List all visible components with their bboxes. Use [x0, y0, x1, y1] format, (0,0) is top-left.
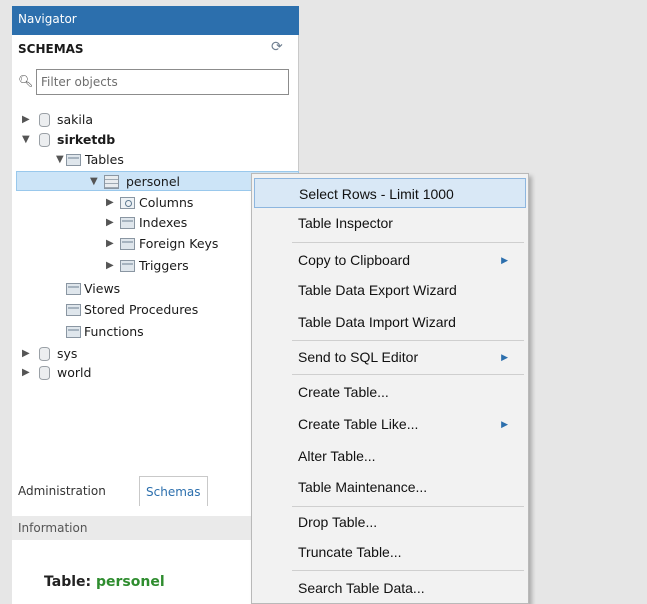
collapse-arrow-icon[interactable]: ▼: [56, 150, 64, 170]
menu-item-table-inspector[interactable]: Table Inspector: [254, 208, 526, 238]
expand-arrow-icon[interactable]: ▶: [106, 193, 114, 213]
menu-item-create-table[interactable]: Create Table...: [254, 377, 526, 407]
menu-separator: [292, 570, 524, 571]
menu-item-export-wizard[interactable]: Table Data Export Wizard: [254, 275, 526, 305]
expand-arrow-icon[interactable]: ▶: [106, 213, 114, 233]
tree-label: Stored Procedures: [84, 302, 199, 317]
expand-arrow-icon[interactable]: ▶: [106, 234, 114, 254]
tree-label: sys: [57, 346, 78, 361]
search-icon: 🔍︎: [18, 74, 34, 88]
expand-arrow-icon[interactable]: ▶: [22, 110, 30, 130]
schemas-label: SCHEMAS: [18, 42, 84, 56]
database-icon: [39, 366, 50, 380]
info-table-label: Table:: [44, 574, 92, 590]
info-table-name: personel: [95, 574, 165, 590]
menu-item-alter-table[interactable]: Alter Table...: [254, 441, 526, 471]
tree-label: sirketdb: [57, 132, 116, 147]
menu-item-create-table-like[interactable]: Create Table Like... ▶: [254, 409, 526, 439]
folder-icon: [120, 217, 135, 229]
context-menu: Select Rows - Limit 1000 Table Inspector…: [251, 173, 529, 604]
menu-item-truncate-table[interactable]: Truncate Table...: [254, 537, 526, 567]
collapse-arrow-icon[interactable]: ▼: [22, 130, 30, 150]
tree-item-sakila[interactable]: ▶ sakila: [12, 110, 299, 130]
folder-icon: [66, 326, 81, 338]
tree-label: Triggers: [139, 258, 189, 273]
menu-item-drop-table[interactable]: Drop Table...: [254, 507, 526, 537]
tree-label: personel: [126, 174, 181, 189]
expand-arrow-icon[interactable]: ▶: [106, 256, 114, 276]
database-icon: [39, 347, 50, 361]
menu-separator: [292, 340, 524, 341]
menu-item-label: Create Table Like...: [298, 416, 419, 432]
submenu-arrow-icon: ▶: [501, 255, 508, 265]
menu-item-label: Send to SQL Editor: [298, 349, 419, 365]
expand-arrow-icon[interactable]: ▶: [22, 363, 30, 383]
menu-item-copy-to-clipboard[interactable]: Copy to Clipboard ▶: [254, 245, 526, 275]
menu-item-label: Copy to Clipboard: [298, 252, 411, 268]
table-icon: [104, 175, 119, 189]
tree-label: Functions: [84, 324, 144, 339]
tree-label: world: [57, 365, 92, 380]
info-table-line: Table: personel: [44, 574, 165, 590]
tree-label: Views: [84, 281, 121, 296]
tree-label: Indexes: [139, 215, 188, 230]
menu-item-search-table-data[interactable]: Search Table Data...: [254, 573, 526, 603]
expand-arrow-icon[interactable]: ▶: [22, 344, 30, 364]
refresh-icon[interactable]: ⟳: [271, 39, 283, 55]
submenu-arrow-icon: ▶: [501, 352, 508, 362]
collapse-arrow-icon[interactable]: ▼: [90, 172, 98, 192]
menu-item-send-to-sql-editor[interactable]: Send to SQL Editor ▶: [254, 342, 526, 372]
folder-icon: [66, 154, 81, 166]
tree-label: Foreign Keys: [139, 236, 219, 251]
tab-schemas[interactable]: Schemas: [139, 476, 208, 506]
filter-objects-input[interactable]: [36, 69, 289, 95]
menu-separator: [292, 374, 524, 375]
folder-icon: [120, 260, 135, 272]
folder-icon: [120, 238, 135, 250]
folder-icon: [66, 304, 81, 316]
tree-label: Columns: [139, 195, 194, 210]
navigator-title: Navigator: [12, 6, 299, 35]
tree-item-tables[interactable]: ▼ Tables: [12, 150, 299, 170]
database-icon: [39, 133, 50, 147]
menu-item-select-rows[interactable]: Select Rows - Limit 1000: [254, 178, 526, 208]
submenu-arrow-icon: ▶: [501, 419, 508, 429]
columns-icon: [120, 197, 135, 209]
tree-item-sirketdb[interactable]: ▼ sirketdb: [12, 130, 299, 150]
database-icon: [39, 113, 50, 127]
folder-icon: [66, 283, 81, 295]
menu-item-table-maintenance[interactable]: Table Maintenance...: [254, 472, 526, 502]
tab-administration[interactable]: Administration: [12, 476, 112, 506]
tree-label: Tables: [85, 152, 124, 167]
menu-separator: [292, 242, 524, 243]
tree-label: sakila: [57, 112, 94, 127]
menu-item-import-wizard[interactable]: Table Data Import Wizard: [254, 307, 526, 337]
